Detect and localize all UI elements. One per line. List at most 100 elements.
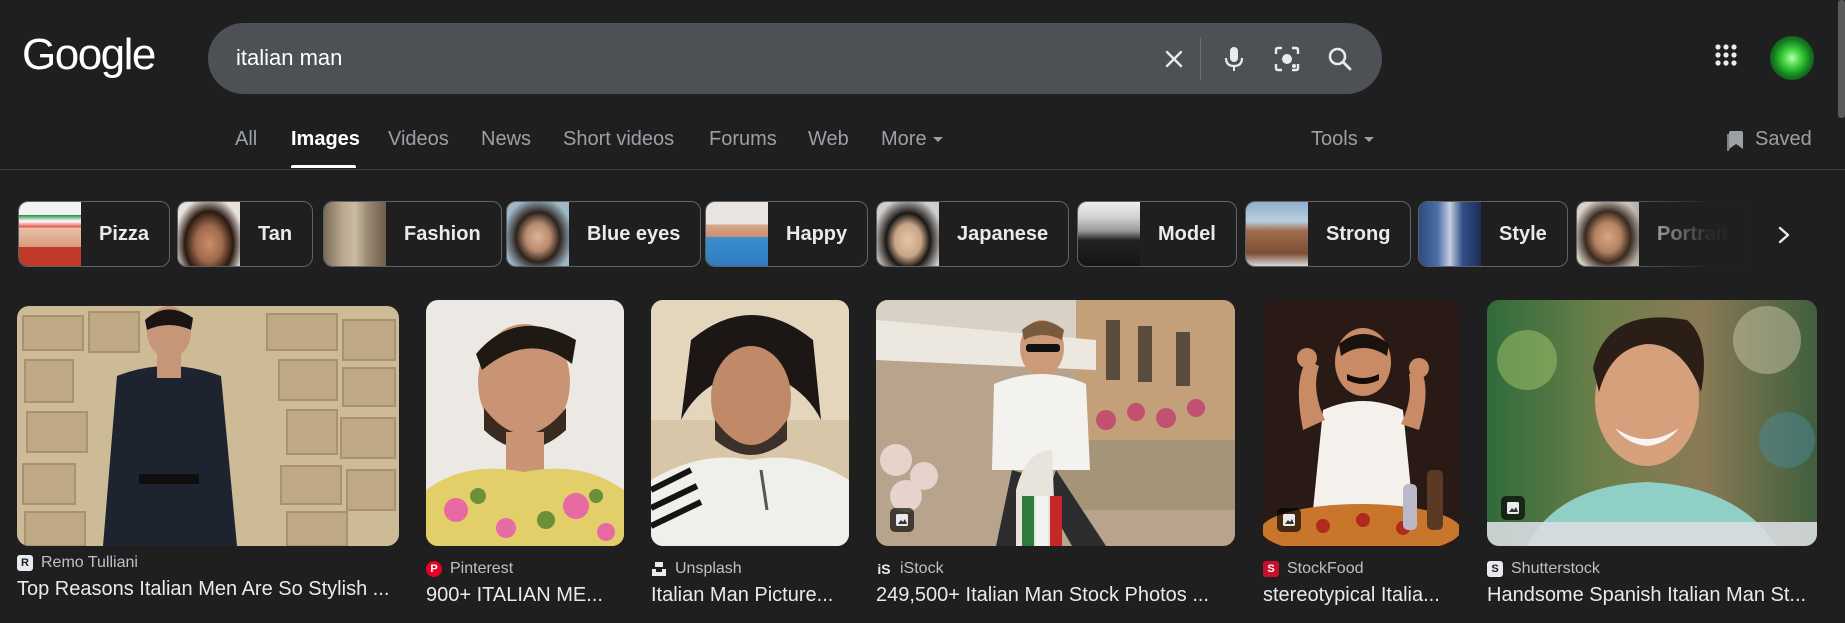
chip-thumbnail	[706, 202, 768, 266]
source-label: Shutterstock	[1511, 560, 1600, 577]
image-badge-icon	[1277, 508, 1301, 532]
tab-short-videos[interactable]: Short videos	[563, 128, 674, 151]
chip-label: Style	[1499, 222, 1547, 245]
chevron-down-icon	[932, 137, 943, 143]
tab-news[interactable]: News	[481, 128, 531, 151]
chip-label: Blue eyes	[587, 222, 681, 245]
chip-strong[interactable]: Strong	[1245, 201, 1412, 267]
image-result[interactable]: S StockFood stereotypical Italia...	[1263, 300, 1459, 607]
chip-japanese[interactable]: Japanese	[876, 201, 1070, 267]
tab-all[interactable]: All	[235, 128, 257, 151]
result-source[interactable]: Unsplash	[651, 560, 849, 578]
tab-images[interactable]: Images	[291, 128, 360, 151]
tab-videos[interactable]: Videos	[388, 128, 449, 151]
chip-thumbnail	[1246, 202, 1308, 266]
tab-more[interactable]: More	[881, 128, 943, 151]
chip-label: Model	[1158, 222, 1216, 245]
saved-button[interactable]: Saved	[1727, 128, 1812, 151]
tools-button[interactable]: Tools	[1311, 128, 1374, 151]
active-tab-indicator	[291, 165, 356, 168]
image-result[interactable]: R Remo Tulliani Top Reasons Italian Men …	[17, 300, 399, 601]
search-divider	[1200, 37, 1201, 80]
result-source[interactable]: R Remo Tulliani	[17, 554, 399, 572]
chip-tan[interactable]: Tan	[177, 201, 314, 267]
shutterstock-favicon: S	[1487, 561, 1503, 577]
result-title[interactable]: Italian Man Picture...	[651, 584, 849, 607]
tab-more-label: More	[881, 128, 927, 150]
chip-label: Pizza	[99, 222, 150, 245]
result-title[interactable]: Top Reasons Italian Men Are So Stylish .…	[17, 578, 399, 601]
result-title[interactable]: 900+ ITALIAN ME...	[426, 584, 624, 607]
chip-thumbnail	[324, 202, 386, 266]
image-badge-icon	[1501, 496, 1525, 520]
chip-portrait[interactable]: Portrait	[1576, 201, 1750, 267]
source-label: StockFood	[1287, 560, 1364, 577]
pinterest-favicon: P	[426, 561, 442, 577]
camera-lens-icon[interactable]	[1269, 41, 1305, 77]
search-tabs: All Images Videos News Short videos Foru…	[0, 118, 1845, 170]
result-image[interactable]	[876, 300, 1235, 546]
chip-fashion[interactable]: Fashion	[323, 201, 502, 267]
image-result[interactable]: S Shutterstock Handsome Spanish Italian …	[1487, 300, 1817, 607]
chip-thumbnail	[1577, 202, 1639, 266]
result-title[interactable]: Handsome Spanish Italian Man St...	[1487, 584, 1817, 607]
unsplash-favicon	[651, 561, 667, 577]
result-image[interactable]	[17, 306, 399, 546]
result-source[interactable]: P Pinterest	[426, 560, 624, 578]
source-label: Remo Tulliani	[41, 554, 138, 571]
result-source[interactable]: S StockFood	[1263, 560, 1459, 578]
source-label: iStock	[900, 560, 944, 577]
chip-label: Portrait	[1657, 222, 1729, 245]
result-image[interactable]	[651, 300, 849, 546]
clear-icon[interactable]	[1156, 41, 1192, 77]
chip-thumbnail	[178, 202, 240, 266]
result-source[interactable]: iS iStock	[876, 560, 1235, 578]
tab-web[interactable]: Web	[808, 128, 849, 151]
chip-thumbnail	[1419, 202, 1481, 266]
result-title[interactable]: 249,500+ Italian Man Stock Photos ...	[876, 584, 1235, 607]
source-label: Pinterest	[450, 560, 514, 577]
chevron-down-icon	[1363, 137, 1374, 143]
google-logo[interactable]: Google	[22, 30, 156, 80]
stockfood-favicon: S	[1263, 561, 1279, 577]
result-source[interactable]: S Shutterstock	[1487, 560, 1817, 578]
header: Google italian man	[0, 0, 1845, 110]
chip-blue-eyes[interactable]: Blue eyes	[506, 201, 702, 267]
image-result[interactable]: P Pinterest 900+ ITALIAN ME...	[426, 300, 624, 607]
result-image[interactable]	[1487, 300, 1817, 546]
bookmark-icon	[1727, 130, 1743, 151]
saved-label: Saved	[1755, 128, 1812, 150]
image-badge-icon	[890, 508, 914, 532]
chip-label: Japanese	[957, 222, 1049, 245]
chip-thumbnail	[507, 202, 569, 266]
remo-tulliani-favicon: R	[17, 555, 33, 571]
chip-style[interactable]: Style	[1418, 201, 1568, 267]
tab-forums[interactable]: Forums	[709, 128, 777, 151]
result-title[interactable]: stereotypical Italia...	[1263, 584, 1459, 607]
scrollbar[interactable]	[1838, 0, 1845, 118]
apps-grid-icon[interactable]	[1714, 43, 1750, 79]
result-image[interactable]	[1263, 300, 1459, 546]
search-input[interactable]: italian man	[236, 45, 342, 71]
microphone-icon[interactable]	[1216, 41, 1252, 77]
istock-favicon: iS	[877, 561, 891, 577]
chip-thumbnail	[19, 202, 81, 266]
chip-thumbnail	[1078, 202, 1140, 266]
chip-thumbnail	[877, 202, 939, 266]
chip-model[interactable]: Model	[1077, 201, 1237, 267]
tools-label: Tools	[1311, 128, 1358, 150]
image-result[interactable]: iS iStock 249,500+ Italian Man Stock Pho…	[876, 300, 1235, 607]
source-label: Unsplash	[675, 560, 742, 577]
result-image[interactable]	[426, 300, 624, 546]
image-result[interactable]: Unsplash Italian Man Picture...	[651, 300, 849, 607]
chip-label: Happy	[786, 222, 848, 245]
search-icon[interactable]	[1322, 41, 1358, 77]
chip-happy[interactable]: Happy	[705, 201, 869, 267]
chip-label: Tan	[258, 222, 293, 245]
refinement-chips: Pizza Tan Fashion Blue eyes Happy Japane…	[0, 201, 1845, 268]
avatar[interactable]	[1770, 36, 1814, 80]
chevron-right-icon[interactable]	[1770, 221, 1798, 249]
search-box[interactable]: italian man	[208, 23, 1382, 94]
chip-pizza[interactable]: Pizza	[18, 201, 171, 267]
chip-label: Fashion	[404, 222, 481, 245]
